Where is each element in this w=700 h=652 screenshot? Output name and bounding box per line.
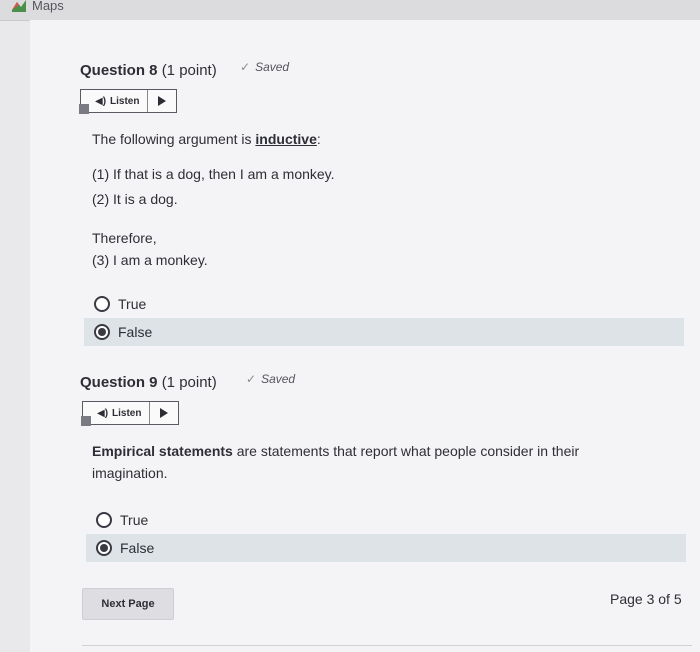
question-8-title: Question 8 (1 point) xyxy=(80,62,217,79)
bookmark-label: Maps xyxy=(32,0,64,13)
grid-icon xyxy=(79,104,89,114)
question-8-listen-widget: ◀) Listen xyxy=(79,89,178,114)
question-9-statement: Empirical statements are statements that… xyxy=(92,443,580,481)
speaker-icon: ◀) xyxy=(97,407,109,419)
grid-icon xyxy=(81,416,91,426)
question-9-option-false[interactable]: False xyxy=(86,534,686,562)
checkmark-icon: ✓ xyxy=(240,60,251,74)
therefore-label: Therefore, xyxy=(92,230,157,246)
play-button[interactable] xyxy=(150,402,178,424)
next-page-button[interactable]: Next Page xyxy=(82,588,174,620)
divider xyxy=(82,645,692,646)
radio-button-checked[interactable] xyxy=(94,324,110,340)
question-8-intro: The following argument is inductive: xyxy=(92,131,321,147)
page-indicator: Page 3 of 5 xyxy=(610,591,682,607)
question-9-title: Question 9 (1 point) xyxy=(80,374,217,391)
play-icon xyxy=(160,408,169,418)
listen-button[interactable]: ◀) Listen xyxy=(81,402,151,426)
premise-2: (2) It is a dog. xyxy=(92,191,178,207)
play-icon xyxy=(158,96,167,106)
question-9-saved-status: ✓ Saved xyxy=(246,372,296,386)
radio-button[interactable] xyxy=(94,296,110,312)
question-9-listen-widget: ◀) Listen xyxy=(81,401,180,426)
listen-button[interactable]: ◀) Listen xyxy=(79,90,149,114)
bookmark-maps[interactable]: Maps xyxy=(12,0,64,13)
browser-bookmark-bar: Maps xyxy=(0,0,700,21)
question-8-saved-status: ✓ Saved xyxy=(240,60,290,74)
radio-button[interactable] xyxy=(96,512,112,528)
speaker-icon: ◀) xyxy=(95,95,107,107)
conclusion: (3) I am a monkey. xyxy=(92,252,208,268)
premise-1: (1) If that is a dog, then I am a monkey… xyxy=(92,166,335,182)
play-button[interactable] xyxy=(148,90,176,112)
question-8-option-true[interactable]: True xyxy=(84,290,684,318)
radio-button-checked[interactable] xyxy=(96,540,112,556)
maps-icon xyxy=(12,0,26,12)
question-8-option-false[interactable]: False xyxy=(84,318,684,346)
question-9-option-true[interactable]: True xyxy=(86,506,686,534)
checkmark-icon: ✓ xyxy=(246,372,257,386)
quiz-content: Question 8 (1 point) ✓ Saved ◀) Listen T… xyxy=(30,20,700,652)
